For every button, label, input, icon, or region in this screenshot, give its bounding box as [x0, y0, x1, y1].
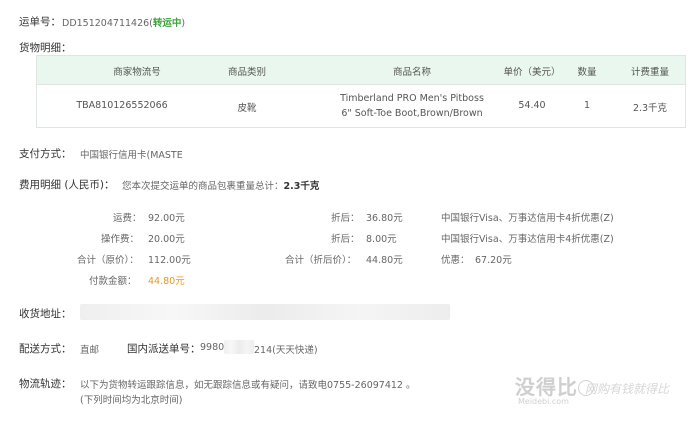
- col-weight: 计费重量: [630, 67, 669, 78]
- freight-disc-label: 折后：: [331, 213, 360, 224]
- goods-table: 商家物流号 商品类别 商品名称 单价（美元） 数量 计费重量 TBA810126…: [36, 55, 686, 128]
- handling-disc-value: 8.00元: [366, 234, 397, 245]
- paid-value: 44.80元: [148, 276, 185, 287]
- delivery-method: 直邮: [80, 345, 100, 356]
- col-price: 单价（美元）: [503, 67, 561, 78]
- fees-summary: 您本次提交运单的商品包裹重量总计：2.3千克: [122, 178, 319, 192]
- fees-label: 费用明细 (人民币)：: [19, 179, 115, 191]
- total-disc-value: 44.80元: [366, 255, 403, 266]
- watermark-slogan: 网购有钱就得比: [585, 382, 670, 396]
- row-product-name[interactable]: Timberland PRO Men's Pitboss 6" Soft-Toe…: [337, 91, 487, 121]
- order-close: ): [181, 18, 186, 29]
- freight-note: 中国银行Visa、万事达信用卡4折优惠(Z): [441, 213, 614, 224]
- logistics-line1: 以下为货物转运跟踪信息，如无跟踪信息或有疑问，请致电0755-26097412 …: [80, 380, 416, 391]
- order-status: 转运中: [152, 18, 182, 29]
- order-number-line: DD151204711426(转运中): [62, 15, 185, 29]
- freight-disc-value: 36.80元: [366, 213, 403, 224]
- handling-disc-label: 折后：: [331, 234, 360, 245]
- domestic-number-suffix[interactable]: 214(天天快递): [254, 342, 318, 356]
- goods-label: 货物明细：: [19, 42, 72, 54]
- watermark-site: Meidebi.com: [518, 397, 569, 406]
- handling-value: 20.00元: [148, 234, 185, 245]
- row-tracking: TBA810126552066: [76, 100, 168, 111]
- row-category: 皮靴: [237, 103, 257, 114]
- col-category: 商品类别: [227, 67, 266, 78]
- total-orig-label: 合计（原价）：: [77, 255, 139, 266]
- row-qty: 1: [583, 100, 591, 111]
- watermark-brand: 没得比: [515, 375, 578, 399]
- logistics-label: 物流轨迹：: [19, 378, 72, 390]
- address-label: 收货地址：: [19, 308, 72, 320]
- saving-label: 优惠：: [441, 255, 470, 266]
- row-weight: 2.3千克: [632, 103, 668, 114]
- total-orig-value: 112.00元: [148, 255, 191, 266]
- freight-label: 运费：: [113, 213, 142, 224]
- domestic-number-prefix: 9980: [200, 342, 225, 353]
- delivery-label: 配送方式：: [19, 343, 72, 355]
- handling-label: 操作费：: [101, 234, 140, 245]
- col-tracking: 商家物流号: [113, 67, 161, 78]
- logistics-line2: (下列时间均为北京时间): [80, 395, 183, 406]
- freight-value: 92.00元: [148, 213, 185, 224]
- handling-note: 中国银行Visa、万事达信用卡4折优惠(Z): [441, 234, 614, 245]
- row-price: 54.40: [518, 100, 546, 111]
- payment-method: 中国银行信用卡(MASTE: [80, 150, 183, 161]
- paid-label: 付款金额：: [89, 276, 137, 287]
- fees-summary-weight: 2.3千克: [283, 181, 320, 192]
- total-disc-label: 合计（折后价）：: [285, 255, 357, 266]
- order-number: DD151204711426(: [62, 18, 153, 29]
- col-name: 商品名称: [392, 67, 431, 78]
- payment-label: 支付方式：: [19, 148, 72, 160]
- fees-summary-prefix: 您本次提交运单的商品包裹重量总计：: [122, 181, 284, 192]
- domestic-number-label: 国内派送单号：: [127, 343, 201, 355]
- goods-table-header: 商家物流号 商品类别 商品名称 单价（美元） 数量 计费重量: [37, 56, 685, 85]
- address-redacted: [80, 304, 450, 320]
- col-qty: 数量: [577, 67, 597, 78]
- saving-value: 67.20元: [475, 255, 512, 266]
- order-label: 运单号：: [19, 16, 61, 28]
- domestic-number-redacted: [224, 340, 254, 354]
